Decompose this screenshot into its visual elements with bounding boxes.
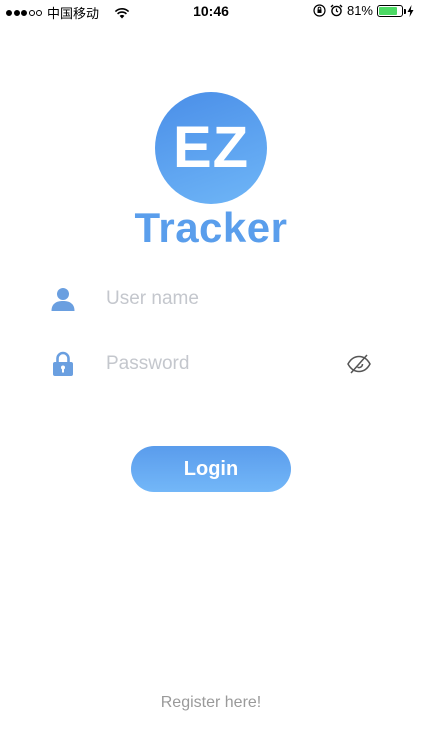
register-link[interactable]: Register here! [0,694,422,712]
status-right: 81% [313,3,414,18]
app-logo: EZ [155,92,267,204]
lock-icon [40,351,86,377]
status-bar: 中国移动 10:46 81% [0,0,422,22]
user-icon [40,286,86,312]
battery-icon [377,4,406,17]
password-input[interactable] [106,353,326,375]
battery-fill [379,6,397,15]
app-wordmark: Tracker [134,204,288,251]
battery-percent: 81% [346,3,373,18]
username-input[interactable] [106,288,326,310]
logo-mark: EZ [172,114,250,180]
login-screen: 中国移动 10:46 81% EZ Tracker User name Logi… [0,0,422,750]
eye-slash-icon[interactable] [346,353,372,375]
charging-bolt-icon [407,4,414,17]
alarm-icon [330,4,343,17]
username-field [40,274,382,324]
orientation-lock-icon [313,4,326,17]
login-button[interactable]: Login [131,446,291,492]
password-field [40,339,382,389]
